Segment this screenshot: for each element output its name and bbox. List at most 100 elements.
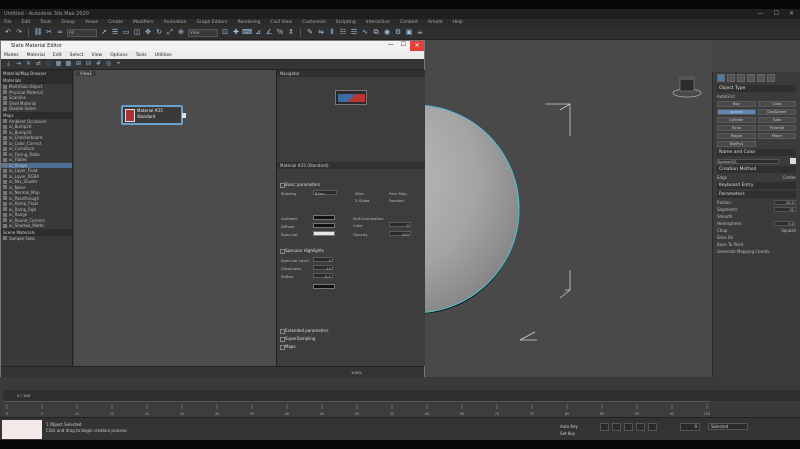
list-item[interactable]: Sample Slots [1, 236, 72, 242]
browser-group-materials[interactable]: Materials [1, 77, 72, 84]
maximize-icon[interactable]: ☐ [774, 10, 779, 17]
selection-filter-dropdown[interactable]: All [67, 28, 97, 37]
named-selection-icon[interactable]: ✎ [306, 29, 314, 37]
snaps-toggle-icon[interactable]: ⊿ [254, 29, 262, 37]
sme-menu-view[interactable]: View [92, 53, 103, 58]
redo-icon[interactable]: ↷ [15, 29, 23, 37]
chop-radio[interactable]: Chop [717, 228, 727, 233]
rollout-creation-method[interactable]: Creation Method [717, 166, 796, 173]
rollout-name-color[interactable]: Name and Color [717, 149, 796, 156]
angle-snap-icon[interactable]: ∠ [265, 29, 273, 37]
spec-level-field[interactable]: 0 [313, 257, 333, 263]
create-tab-icon[interactable] [717, 74, 725, 82]
menu-graph-editors[interactable]: Graph Editors [197, 20, 228, 25]
rollout-parameters[interactable]: Parameters [717, 191, 796, 198]
navigator-preview[interactable] [335, 90, 367, 105]
scale-icon[interactable]: ⤢ [166, 29, 174, 37]
move-icon[interactable]: ✥ [144, 29, 152, 37]
layout-all-icon[interactable]: ⊞ [75, 61, 82, 68]
menu-group[interactable]: Group [61, 20, 75, 25]
smooth-checkbox[interactable]: Smooth [717, 214, 732, 219]
render-production-icon[interactable]: ☕ [416, 29, 424, 37]
undo-icon[interactable]: ↶ [4, 29, 12, 37]
base-to-pivot-checkbox[interactable]: Base To Pivot [717, 242, 743, 247]
self-illum-color-checkbox[interactable]: Color [353, 223, 363, 228]
hide-unused-icon[interactable]: ◌ [45, 61, 52, 68]
menu-animation[interactable]: Animation [164, 20, 187, 25]
menu-views[interactable]: Views [85, 20, 98, 25]
textplus-button[interactable]: TextPlus [717, 141, 756, 147]
hierarchy-tab-icon[interactable] [737, 74, 745, 82]
section-extended-parameters[interactable]: Extended parameters [279, 328, 424, 334]
time-slider[interactable]: 0 / 100 [3, 390, 800, 401]
next-frame-icon[interactable] [636, 423, 645, 431]
track-bar[interactable]: 0 5 10 15 20 25 30 35 40 45 50 55 60 65 70 75 80 85 90 95 10… [3, 401, 710, 417]
hemisphere-field[interactable]: 0.0 [774, 221, 796, 226]
menu-create[interactable]: Create [108, 20, 123, 25]
material-node-output-socket[interactable] [182, 113, 186, 118]
schematic-view-icon[interactable]: ⧉ [372, 29, 380, 37]
goto-start-icon[interactable] [600, 423, 609, 431]
sme-menu-edit[interactable]: Edit [53, 53, 62, 58]
delete-selected-icon[interactable]: ✕ [25, 61, 32, 68]
section-maps[interactable]: Maps [279, 344, 424, 350]
menu-arnold[interactable]: Arnold [428, 20, 443, 25]
torus-button[interactable]: Torus [717, 125, 756, 131]
menu-help[interactable]: Help [452, 20, 462, 25]
diffuse-color-swatch[interactable] [313, 223, 335, 228]
play-icon[interactable] [624, 423, 633, 431]
show-map-icon[interactable]: ▦ [55, 61, 62, 68]
sme-close-icon[interactable]: ✕ [410, 41, 424, 51]
display-tab-icon[interactable] [757, 74, 765, 82]
move-children-icon[interactable]: ⇄ [35, 61, 42, 68]
spinner-snap-icon[interactable]: ⇕ [287, 29, 295, 37]
rollout-object-type[interactable]: Object Type [717, 85, 796, 92]
menu-civil-view[interactable]: Civil View [270, 20, 292, 25]
material-id-icon[interactable]: # [95, 61, 102, 68]
menu-scripting[interactable]: Scripting [336, 20, 356, 25]
squash-radio[interactable]: Squash [781, 228, 796, 233]
reference-coord-dropdown[interactable]: View [188, 28, 218, 37]
select-by-material-icon[interactable]: ◎ [105, 61, 112, 68]
select-manipulate-icon[interactable]: ✚ [232, 29, 240, 37]
menu-customize[interactable]: Customize [302, 20, 326, 25]
select-object-icon[interactable]: ➚ [100, 29, 108, 37]
radius-field[interactable]: 50.0 [774, 200, 796, 205]
sme-menu-tools[interactable]: Tools [136, 53, 147, 58]
pick-material-icon[interactable]: ⤓ [5, 61, 12, 68]
sme-menu-utilities[interactable]: Utilities [155, 53, 172, 58]
nav-icon[interactable]: ⌖ [115, 61, 122, 68]
geosphere-button[interactable]: GeoSphere [757, 109, 796, 115]
tube-button[interactable]: Tube [757, 117, 796, 123]
menu-tools[interactable]: Tools [40, 20, 51, 25]
menu-content[interactable]: Content [400, 20, 418, 25]
percent-snap-icon[interactable]: % [276, 29, 284, 37]
self-illum-field[interactable]: 0 [389, 222, 411, 228]
align-icon[interactable]: ⫴ [328, 29, 336, 37]
sme-menu-material[interactable]: Material [27, 53, 45, 58]
perspective-viewport[interactable] [425, 40, 712, 377]
browser-group-scene[interactable]: Scene Materials [1, 228, 72, 236]
close-icon[interactable]: ✕ [789, 10, 794, 17]
faceted-checkbox[interactable]: Faceted [389, 198, 404, 203]
rotate-icon[interactable]: ↻ [155, 29, 163, 37]
cylinder-button[interactable]: Cylinder [717, 117, 756, 123]
box-button[interactable]: Box [717, 101, 756, 107]
key-filter-dropdown[interactable]: Selected [708, 423, 748, 430]
face-map-checkbox[interactable]: Face Map [389, 191, 407, 196]
browser-group-maps[interactable]: Maps [1, 111, 72, 119]
placement-icon[interactable]: ⊕ [177, 29, 185, 37]
sme-menu-modes[interactable]: Modes [4, 53, 19, 58]
specular-color-swatch[interactable] [313, 231, 335, 236]
link-icon[interactable]: ⛓ [34, 29, 43, 37]
object-color-swatch[interactable] [790, 158, 796, 164]
segments-field[interactable]: 32 [774, 207, 796, 212]
show-background-icon[interactable]: ▩ [65, 61, 72, 68]
maxscript-listener[interactable] [2, 420, 42, 439]
soften-field[interactable]: 0.1 [313, 273, 333, 279]
rollout-keyboard-entry[interactable]: Keyboard Entry [717, 182, 796, 189]
sphere-button[interactable]: Sphere [717, 109, 756, 115]
assign-material-icon[interactable]: ⇥ [15, 61, 22, 68]
menu-file[interactable]: File [4, 20, 12, 25]
section-basic-parameters[interactable]: Basic parameters [279, 182, 424, 188]
